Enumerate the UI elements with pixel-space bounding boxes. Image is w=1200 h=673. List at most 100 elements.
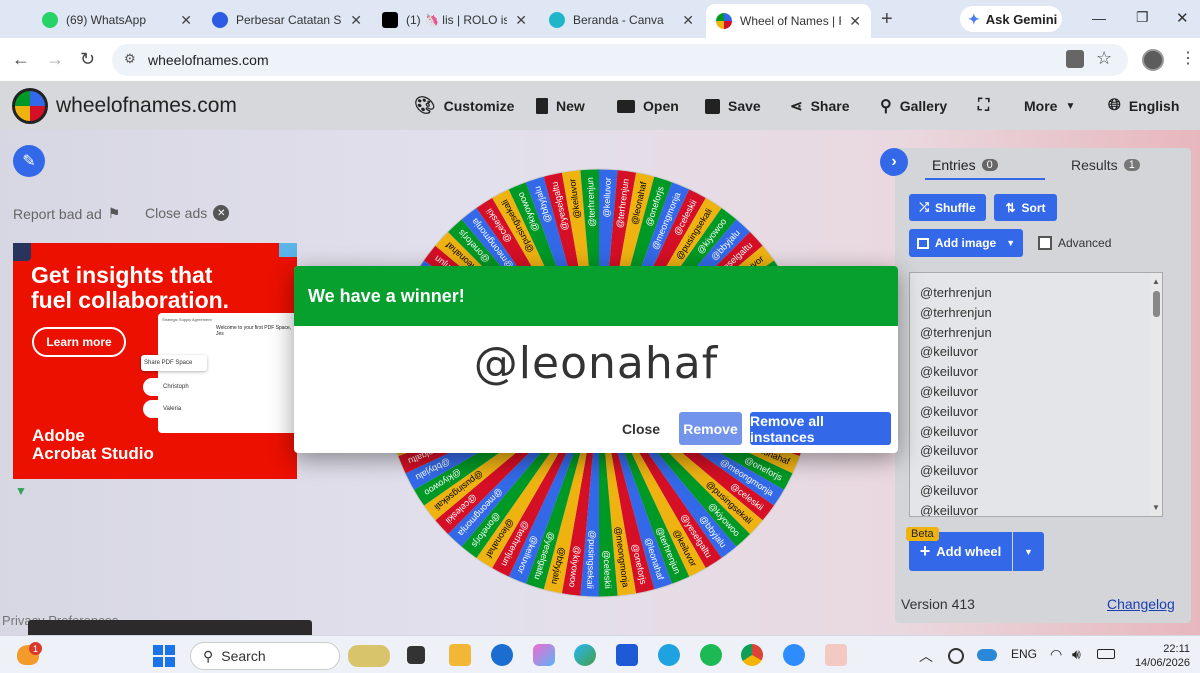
close-icon[interactable]: ✕ bbox=[682, 12, 694, 29]
scroll-down-icon[interactable]: ▼ bbox=[1152, 503, 1160, 512]
ad-banner[interactable]: Get insights that fuel collaboration. Le… bbox=[13, 243, 297, 479]
winner-dialog-title: We have a winner! bbox=[308, 285, 465, 306]
changelog-link[interactable]: Changelog bbox=[1107, 596, 1175, 612]
menu-label: Share bbox=[810, 98, 850, 114]
share-menu[interactable]: ⋖ Share bbox=[790, 82, 850, 130]
palette-icon: 🎨︎ bbox=[414, 96, 436, 115]
remove-button[interactable]: Remove bbox=[679, 412, 742, 445]
volume-icon[interactable]: 🔊︎ bbox=[1072, 646, 1081, 663]
sort-button[interactable]: ⇅ Sort bbox=[994, 194, 1057, 221]
video-ad-strip[interactable] bbox=[28, 620, 312, 635]
close-ads-link[interactable]: Close ads ✕ bbox=[145, 205, 230, 221]
fullscreen-button[interactable]: ⛶ bbox=[978, 82, 989, 130]
ad-share-chip: Share PDF Space bbox=[141, 355, 207, 371]
hp-icon[interactable] bbox=[491, 644, 513, 666]
close-button[interactable]: Close bbox=[612, 412, 670, 445]
entries-scrollbar[interactable]: ▲ ▼ bbox=[1150, 273, 1162, 516]
edge-icon[interactable] bbox=[574, 644, 596, 666]
taskbar: 1 ⚲ Search ︿ ENG ◠ 🔊︎ 22:11 14/06/2026 bbox=[0, 635, 1200, 673]
gallery-menu[interactable]: ⚲ Gallery bbox=[880, 82, 947, 130]
open-menu[interactable]: Open bbox=[617, 82, 679, 130]
zoom-icon[interactable] bbox=[783, 644, 805, 666]
tab-whatsapp[interactable]: (69) WhatsApp ✕ bbox=[32, 5, 202, 35]
shuffle-button[interactable]: ⤮ Shuffle bbox=[909, 194, 986, 221]
tab-label: Beranda - Canva bbox=[573, 13, 664, 27]
reload-icon[interactable]: ↻ bbox=[80, 49, 95, 70]
collapse-chevron-icon[interactable]: › bbox=[880, 148, 908, 176]
ad-choices-icon[interactable] bbox=[279, 243, 297, 257]
new-tab-button[interactable]: + bbox=[881, 8, 893, 31]
tab-canva[interactable]: Beranda - Canva ✕ bbox=[539, 5, 704, 35]
help-icon[interactable] bbox=[658, 644, 680, 666]
wifi-icon[interactable]: ◠ bbox=[1050, 646, 1062, 663]
new-menu[interactable]: New bbox=[536, 82, 585, 130]
report-bad-ad-link[interactable]: Report bad ad ⚑ bbox=[13, 205, 120, 222]
site-logo-text[interactable]: wheelofnames.com bbox=[56, 94, 237, 118]
widget-icon[interactable] bbox=[348, 645, 390, 667]
onedrive-icon[interactable] bbox=[977, 649, 997, 661]
close-icon[interactable]: ✕ bbox=[350, 12, 362, 29]
forward-arrow-icon[interactable]: → bbox=[46, 49, 64, 70]
site-settings-icon[interactable]: ⚙ bbox=[124, 51, 136, 67]
clock[interactable]: 22:11 14/06/2026 bbox=[1128, 642, 1190, 670]
windows-start-icon[interactable] bbox=[153, 645, 175, 667]
scrollbar-thumb[interactable] bbox=[1153, 291, 1160, 317]
security-icon[interactable] bbox=[948, 648, 964, 664]
entry-item: @keiluvor bbox=[920, 383, 978, 399]
window-close-icon[interactable]: ✕ bbox=[1176, 9, 1189, 27]
store-icon[interactable] bbox=[616, 644, 638, 666]
add-wheel-dropdown[interactable]: ▼ bbox=[1013, 532, 1044, 571]
chrome-icon[interactable] bbox=[741, 644, 763, 666]
taskbar-search-box[interactable]: ⚲ Search bbox=[190, 642, 340, 670]
back-arrow-icon[interactable]: ← bbox=[12, 49, 30, 70]
copilot-icon[interactable] bbox=[533, 644, 555, 666]
tab-entries[interactable]: Entries 0 bbox=[925, 152, 1045, 178]
spotify-icon[interactable] bbox=[700, 644, 722, 666]
tab-perbesar[interactable]: Perbesar Catatan Sa ✕ bbox=[202, 5, 372, 35]
tab-label: (69) WhatsApp bbox=[66, 13, 147, 27]
restore-icon[interactable]: ❐ bbox=[1136, 9, 1149, 26]
tab-label: (1) 🦄 lis | ROLO is r bbox=[406, 13, 508, 27]
add-image-button[interactable]: Add image ▼ bbox=[909, 229, 1023, 257]
tab-x[interactable]: (1) 🦄 lis | ROLO is r ✕ bbox=[372, 5, 537, 35]
entries-list: @terhrenjun @terhrenjun @terhrenjun @keiluv… bbox=[910, 273, 1162, 516]
more-menu[interactable]: More ▼ bbox=[1024, 82, 1075, 130]
version-text: Version 413 bbox=[901, 596, 975, 612]
tab-wheel-of-names[interactable]: Wheel of Names | R ✕ bbox=[706, 4, 871, 38]
minimize-icon[interactable]: — bbox=[1092, 10, 1106, 26]
file-icon bbox=[536, 98, 548, 114]
close-icon[interactable]: ✕ bbox=[180, 12, 192, 29]
ad-choices-shield-icon[interactable] bbox=[13, 243, 31, 261]
add-image-label: Add image bbox=[934, 236, 997, 250]
close-icon[interactable]: ✕ bbox=[849, 13, 861, 30]
language-menu[interactable]: 🌐︎ English bbox=[1108, 82, 1179, 130]
translate-icon[interactable] bbox=[1066, 50, 1084, 68]
entries-textarea[interactable]: @terhrenjun @terhrenjun @terhrenjun @keiluv… bbox=[909, 272, 1163, 517]
ask-gemini-button[interactable]: ✦ Ask Gemini bbox=[960, 6, 1062, 32]
battery-icon[interactable] bbox=[1097, 649, 1115, 659]
ad-learn-more-button[interactable]: Learn more bbox=[32, 327, 126, 357]
winner-dialog: We have a winner! @leonahaf Close Remove… bbox=[294, 266, 898, 453]
file-explorer-icon[interactable] bbox=[449, 644, 471, 666]
remove-all-instances-button[interactable]: Remove all instances bbox=[750, 412, 891, 445]
snipping-tool-icon[interactable] bbox=[825, 644, 847, 666]
close-icon[interactable]: ✕ bbox=[515, 12, 527, 29]
entry-item: @keiluvor bbox=[920, 482, 978, 498]
tab-results[interactable]: Results 1 bbox=[1071, 152, 1181, 178]
language-indicator[interactable]: ENG bbox=[1011, 647, 1037, 661]
chevron-up-icon[interactable]: ︿ bbox=[919, 646, 933, 666]
bookmark-star-icon[interactable]: ☆ bbox=[1096, 48, 1112, 69]
profile-avatar[interactable] bbox=[1142, 49, 1164, 71]
close-circle-icon: ✕ bbox=[213, 205, 230, 221]
address-bar[interactable]: ⚙ wheelofnames.com ☆ bbox=[112, 44, 1128, 76]
browser-menu-icon[interactable]: ⋮ bbox=[1180, 48, 1196, 68]
task-view-icon[interactable] bbox=[407, 646, 425, 664]
entries-count-badge: 0 bbox=[981, 159, 998, 171]
save-menu[interactable]: Save bbox=[705, 82, 761, 130]
advanced-checkbox[interactable] bbox=[1038, 236, 1052, 250]
scroll-up-icon[interactable]: ▲ bbox=[1152, 277, 1160, 286]
menu-label: English bbox=[1128, 98, 1180, 114]
customize-menu[interactable]: 🎨︎ Customize bbox=[414, 82, 514, 130]
site-logo-icon[interactable] bbox=[12, 88, 48, 124]
edit-pencil-icon[interactable]: ✎ bbox=[13, 145, 45, 177]
